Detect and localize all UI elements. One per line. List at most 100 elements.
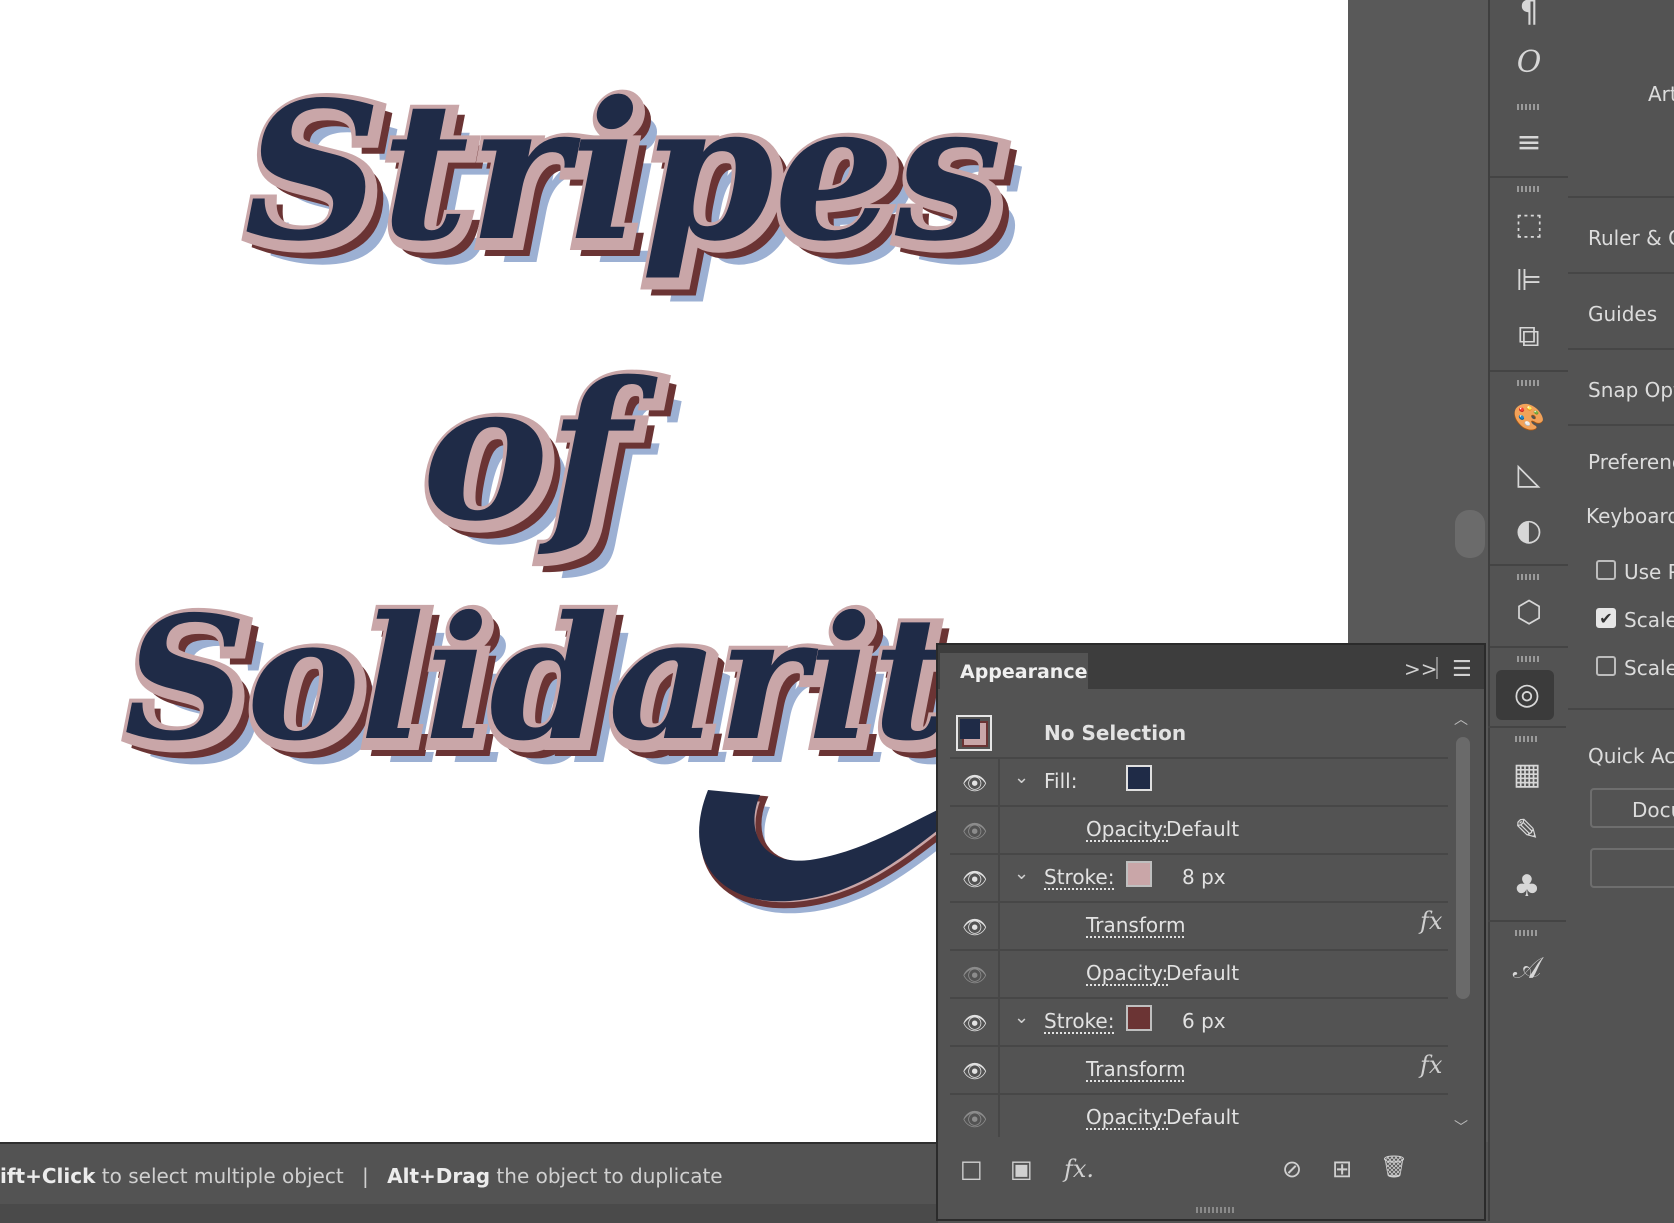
fill-layer: Solidarity (124, 579, 1060, 779)
brushes-icon[interactable]: ✎ (1488, 808, 1566, 852)
stroke-weight[interactable]: 6 px (1182, 1009, 1226, 1033)
visibility-toggle[interactable]: 👁 (950, 805, 1000, 853)
add-new-stroke-icon[interactable]: □ (960, 1155, 983, 1183)
transform-effect-label[interactable]: Transform (1086, 1057, 1185, 1081)
appearance-scroll-thumb[interactable] (1456, 737, 1470, 999)
dock-grip[interactable] (1515, 930, 1539, 936)
dock-separator (1490, 370, 1568, 372)
scale-corners-label: Scale (1624, 608, 1674, 632)
artwork-line-stripes[interactable]: Stripes Stripes Stripes Stripes (240, 56, 1026, 307)
add-new-effect-icon[interactable]: fx. (1064, 1155, 1094, 1183)
artboards-label: Art (1648, 82, 1674, 106)
transform-effect-row[interactable]: 👁 Transform fx (950, 1045, 1448, 1095)
eye-icon: 👁 (962, 867, 988, 891)
chevron-down-icon[interactable]: ⌄ (1014, 767, 1029, 788)
guides-label: Guides (1588, 302, 1658, 326)
visibility-toggle[interactable]: 👁 (950, 757, 1000, 805)
add-new-fill-icon[interactable]: ▣ (1010, 1155, 1033, 1183)
panel-icon-dock: ¶ O ≡ ⬚ ⊫ ⧉ 🎨 ◺ ◐ ⬡ (1488, 0, 1570, 1221)
stroke-label[interactable]: Stroke: (1044, 865, 1114, 889)
visibility-toggle[interactable]: 👁 (950, 949, 1000, 997)
visibility-toggle[interactable]: 👁 (950, 1045, 1000, 1093)
stroke-label[interactable]: Stroke: (1044, 1009, 1114, 1033)
transparency-icon[interactable]: ◐ (1490, 508, 1568, 552)
transform-effect-row[interactable]: 👁 Transform fx (950, 901, 1448, 951)
character-styles-icon[interactable]: 𝒜 (1488, 946, 1566, 990)
status-bar: ift+Click to select multiple object | Al… (0, 1142, 938, 1223)
keyboard-increment-label: Keyboard (1586, 504, 1674, 528)
collapse-panel-icon[interactable]: >> (1404, 657, 1438, 681)
transform-icon[interactable]: ⬚ (1490, 202, 1568, 246)
stroke-weight[interactable]: 8 px (1182, 865, 1226, 889)
paragraph-icon[interactable]: ¶ (1490, 0, 1568, 34)
fx-icon[interactable]: fx (1420, 907, 1442, 935)
panel-header: Appearance >> ☰ (938, 645, 1484, 691)
snap-options-label: Snap Opti (1588, 378, 1674, 402)
scroll-up-icon[interactable]: ︿ (1454, 709, 1468, 729)
clear-appearance-icon[interactable]: ⊘ (1282, 1155, 1302, 1183)
stroke-swatch[interactable] (1126, 1005, 1152, 1031)
stroke-row[interactable]: 👁 ⌄ Stroke: 6 px (950, 997, 1448, 1047)
opacity-row[interactable]: 👁 Opacity: Default (950, 1093, 1448, 1137)
dock-separator (1490, 564, 1568, 566)
artwork-line-of[interactable]: of of of of (418, 336, 682, 587)
shift-click-hint: ift+Click (0, 1164, 96, 1188)
use-preview-checkbox[interactable] (1596, 560, 1616, 580)
canvas-vertical-scrollbar[interactable] (1455, 510, 1485, 558)
tab-appearance[interactable]: Appearance (940, 653, 1088, 691)
chevron-down-icon[interactable]: ⌄ (1014, 863, 1029, 884)
fill-row[interactable]: 👁 ⌄ Fill: (950, 757, 1448, 807)
scale-corners-checkbox[interactable]: ✔ (1596, 608, 1616, 628)
opacity-row[interactable]: 👁 Opacity: Default (950, 805, 1448, 855)
swatches-icon[interactable]: ▦ (1488, 752, 1566, 796)
pathfinder-icon[interactable]: ⧉ (1490, 314, 1568, 358)
color-palette-icon[interactable]: 🎨 (1490, 396, 1568, 440)
dock-grip[interactable] (1515, 736, 1539, 742)
dock-separator (1490, 176, 1568, 178)
properties-panel: Art Ruler & G Guides Snap Opti Preferenc… (1568, 0, 1674, 1221)
visibility-toggle[interactable]: 👁 (950, 901, 1000, 949)
use-preview-label: Use P (1624, 560, 1674, 584)
dock-grip[interactable] (1517, 574, 1541, 580)
preferences-button[interactable] (1590, 848, 1674, 888)
opacity-row[interactable]: 👁 Opacity: Default (950, 949, 1448, 999)
fx-icon[interactable]: fx (1420, 1051, 1442, 1079)
status-controls-strip[interactable] (0, 1204, 938, 1223)
quick-actions-label: Quick Act (1588, 744, 1674, 768)
scroll-down-icon[interactable]: ﹀ (1454, 1117, 1468, 1137)
stroke-row[interactable]: 👁 ⌄ Stroke: 8 px (950, 853, 1448, 903)
visibility-toggle[interactable]: 👁 (950, 997, 1000, 1045)
dock-grip[interactable] (1517, 104, 1541, 110)
panel-resize-grip[interactable] (1196, 1207, 1236, 1213)
stroke-swatch[interactable] (1126, 861, 1152, 887)
align-lines-icon[interactable]: ≡ (1490, 120, 1568, 164)
status-hint: ift+Click to select multiple object | Al… (0, 1164, 723, 1188)
symbols-icon[interactable]: ♣ (1488, 864, 1566, 908)
dock-grip[interactable] (1517, 186, 1541, 192)
opacity-label[interactable]: Opacity: (1086, 817, 1168, 841)
fill-layer: of (422, 340, 658, 563)
document-setup-label: Docu (1632, 798, 1674, 822)
selection-row[interactable]: No Selection (950, 709, 1448, 759)
transform-effect-label[interactable]: Transform (1086, 913, 1185, 937)
delete-item-icon[interactable]: 🗑 (1380, 1155, 1408, 1180)
duplicate-item-icon[interactable]: ⊞ (1332, 1155, 1352, 1183)
opentype-icon[interactable]: O (1490, 40, 1568, 84)
fill-swatch[interactable] (1126, 765, 1152, 791)
appearance-icon[interactable]: ◎ (1488, 672, 1566, 716)
3d-cube-icon[interactable]: ⬡ (1490, 590, 1568, 634)
opacity-value: Default (1166, 961, 1240, 985)
scale-strokes-checkbox[interactable] (1596, 656, 1616, 676)
align-icon[interactable]: ⊫ (1490, 258, 1568, 302)
chevron-down-icon[interactable]: ⌄ (1014, 1007, 1029, 1028)
gradient-icon[interactable]: ◺ (1490, 452, 1568, 496)
opacity-label[interactable]: Opacity: (1086, 961, 1168, 985)
visibility-toggle[interactable]: 👁 (950, 853, 1000, 901)
fill-label: Fill: (1044, 769, 1078, 793)
dock-grip[interactable] (1517, 656, 1541, 662)
opacity-label[interactable]: Opacity: (1086, 1105, 1168, 1129)
panel-menu-icon[interactable]: ☰ (1452, 657, 1472, 682)
document-setup-button[interactable]: Docu (1590, 788, 1674, 828)
visibility-toggle[interactable]: 👁 (950, 1093, 1000, 1137)
dock-grip[interactable] (1517, 380, 1541, 386)
